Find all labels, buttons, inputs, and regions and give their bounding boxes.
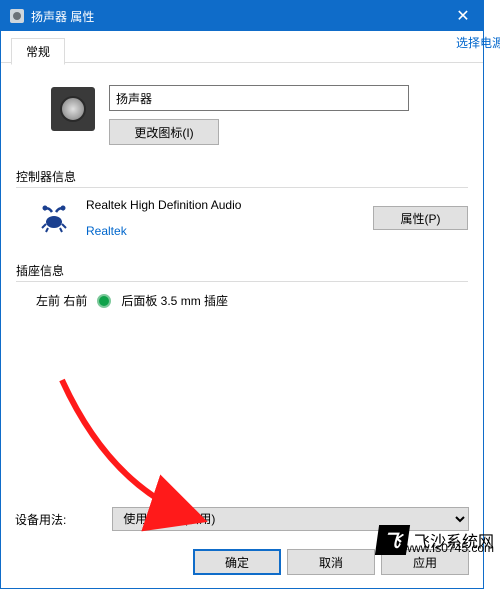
tab-panel: 更改图标(I) 控制器信息 Realtek High Definition: [1, 63, 483, 583]
change-icon-button[interactable]: 更改图标(I): [109, 119, 219, 145]
jack-group-label: 插座信息: [16, 262, 468, 279]
controller-text: Realtek High Definition Audio Realtek: [86, 198, 241, 238]
jack-color-dot: [97, 294, 111, 308]
device-name-input[interactable]: [109, 85, 409, 111]
titlebar: 扬声器 属性 ✕: [1, 1, 483, 31]
controller-name: Realtek High Definition Audio: [86, 198, 241, 212]
properties-window: 扬声器 属性 ✕ 常规 更改图标(I) 控制器信息: [0, 0, 484, 589]
ok-button[interactable]: 确定: [193, 549, 281, 575]
power-options-link[interactable]: 选择电源: [456, 34, 500, 51]
watermark-url: www.fs0745.com: [403, 541, 494, 555]
speaker-icon: [9, 8, 25, 24]
jack-group: 插座信息 左前 右前 后面板 3.5 mm 插座: [15, 261, 469, 310]
close-button[interactable]: ✕: [443, 1, 483, 31]
cancel-button[interactable]: 取消: [287, 549, 375, 575]
controller-vendor-link[interactable]: Realtek: [86, 224, 241, 238]
device-speaker-icon: [51, 87, 95, 131]
tab-strip: 常规: [1, 37, 483, 63]
window-title: 扬声器 属性: [31, 8, 443, 25]
jack-description: 后面板 3.5 mm 插座: [121, 292, 228, 309]
controller-group-label: 控制器信息: [16, 168, 468, 185]
device-row: 更改图标(I): [51, 85, 469, 145]
controller-group: 控制器信息 Realtek High Definition Audio Real…: [15, 167, 469, 239]
usage-label: 设备用法:: [15, 511, 66, 528]
realtek-crab-icon: [36, 200, 72, 236]
tab-general[interactable]: 常规: [11, 38, 65, 65]
jack-location: 左前 右前: [36, 292, 87, 309]
controller-properties-button[interactable]: 属性(P): [373, 206, 468, 230]
